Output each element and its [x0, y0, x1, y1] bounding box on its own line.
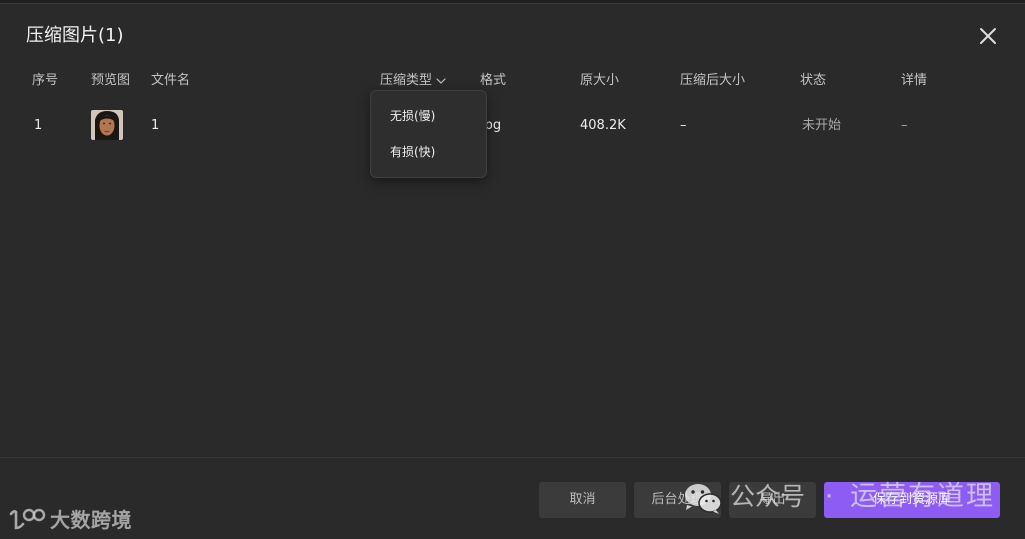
background-process-button[interactable]: 后台处理 [634, 482, 721, 518]
save-to-library-button[interactable]: 保存到资源库 [824, 482, 1000, 518]
column-header-format: 格式 [480, 73, 507, 88]
dropdown-option-lossy[interactable]: 有损(快) [390, 142, 435, 162]
column-header-preview: 预览图 [91, 73, 131, 88]
row-original-size: 408.2K [580, 118, 626, 133]
compress-type-label: 压缩类型 [380, 73, 433, 88]
compress-type-dropdown: 无损(慢) 有损(快) [370, 90, 487, 178]
row-status: 未开始 [802, 118, 842, 133]
preview-thumbnail[interactable] [91, 110, 123, 140]
export-button[interactable]: 导出 [729, 482, 816, 518]
cancel-button[interactable]: 取消 [539, 482, 626, 518]
chevron-down-icon [436, 78, 446, 84]
column-header-compress-type[interactable]: 压缩类型 [380, 73, 446, 89]
row-filename: 1 [151, 118, 160, 133]
column-header-compressed-size: 压缩后大小 [680, 73, 746, 88]
dialog-title: 压缩图片(1) [26, 25, 124, 46]
column-header-status: 状态 [800, 73, 827, 88]
background-page-strip [0, 0, 1025, 4]
dropdown-option-lossless[interactable]: 无损(慢) [390, 106, 435, 126]
row-details: – [901, 118, 908, 133]
column-header-details: 详情 [901, 73, 928, 88]
footer-divider [0, 457, 1025, 458]
column-header-filename: 文件名 [151, 73, 191, 88]
row-index: 1 [34, 118, 43, 133]
column-header-index: 序号 [32, 73, 59, 88]
close-icon [980, 28, 996, 44]
row-compressed-size: – [680, 118, 687, 133]
dashukuajing-logo-icon [8, 506, 48, 532]
close-button[interactable] [978, 26, 998, 46]
watermark-logo-text: 大数跨境 [50, 508, 132, 532]
column-header-original-size: 原大小 [580, 73, 620, 88]
